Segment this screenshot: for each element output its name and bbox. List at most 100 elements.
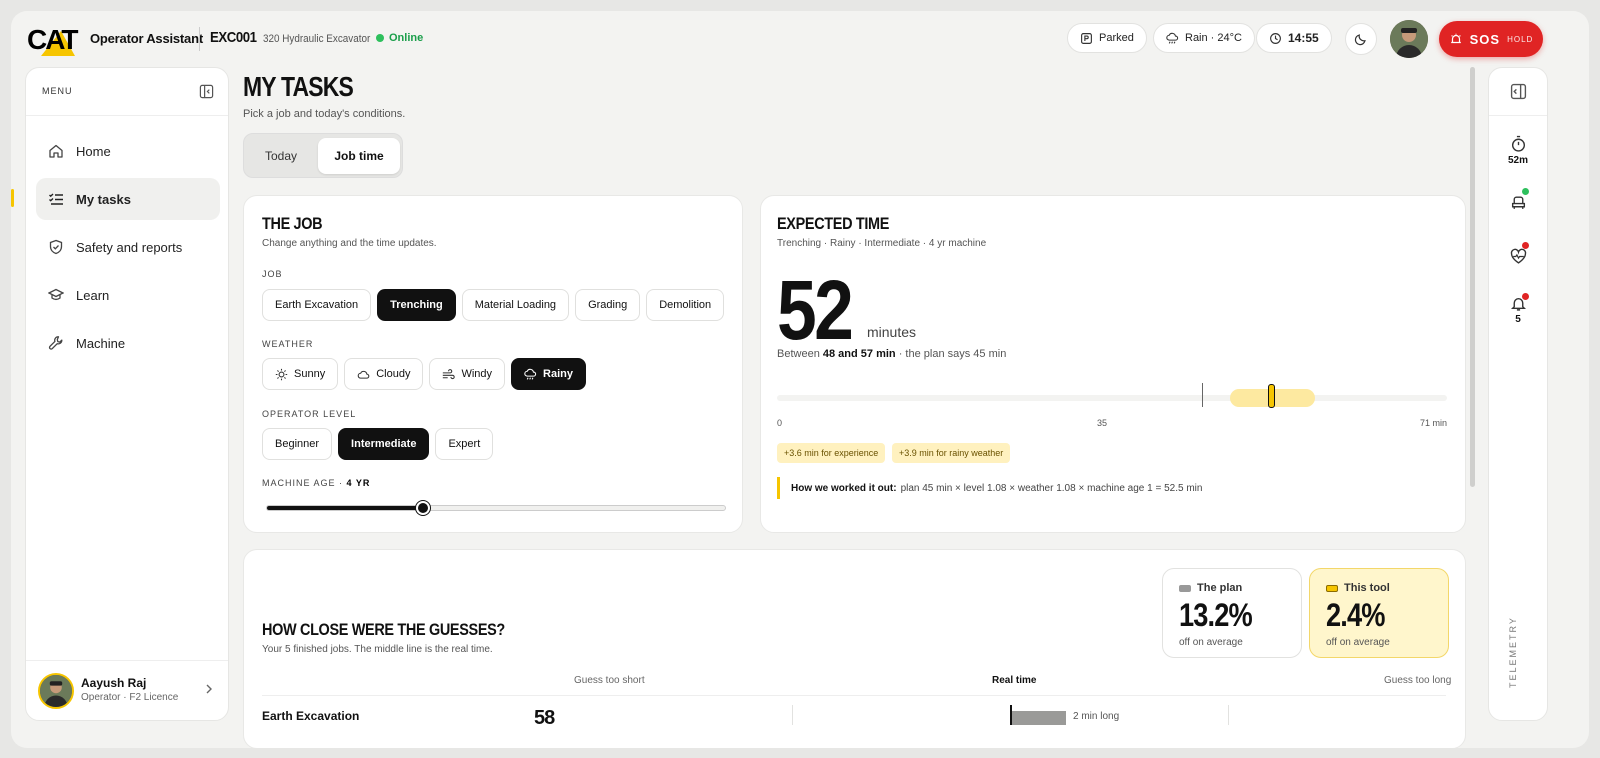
weather-pill[interactable]: Rain · 24°C bbox=[1153, 23, 1255, 53]
weather-option-cloudy[interactable]: Cloudy bbox=[344, 358, 424, 390]
tab-job-time[interactable]: Job time bbox=[318, 138, 400, 174]
timer-value: 52m bbox=[1507, 155, 1528, 166]
job-option-earth-excavation[interactable]: Earth Excavation bbox=[262, 289, 372, 321]
plan-value: 13.2% bbox=[1179, 597, 1253, 633]
grid-line bbox=[1228, 705, 1229, 725]
parked-pill[interactable]: Parked bbox=[1067, 23, 1147, 53]
shield-icon bbox=[49, 239, 63, 255]
job-card-title: THE JOB bbox=[262, 214, 323, 233]
user-role: Operator · F2 Licence bbox=[81, 692, 179, 703]
user-avatar bbox=[38, 673, 74, 709]
job-card: THE JOB Change anything and the time upd… bbox=[243, 195, 743, 533]
job-option-demolition[interactable]: Demolition bbox=[646, 289, 725, 321]
job-option-material-loading[interactable]: Material Loading bbox=[461, 289, 570, 321]
online-dot-icon bbox=[376, 34, 384, 42]
weather-option-rainy[interactable]: Rainy bbox=[511, 358, 586, 390]
machine-age-slider[interactable] bbox=[266, 501, 726, 515]
sidebar-item-home[interactable]: Home bbox=[36, 130, 220, 172]
job-card-subtitle: Change anything and the time updates. bbox=[262, 238, 437, 249]
scale-tick-max: 71 min bbox=[1420, 418, 1448, 428]
guesses-subtitle: Your 5 finished jobs. The middle line is… bbox=[262, 644, 493, 655]
heart-rate-icon[interactable] bbox=[1510, 248, 1527, 265]
guesses-card: HOW CLOSE WERE THE GUESSES? Your 5 finis… bbox=[243, 549, 1466, 748]
machine-model: 320 Hydraulic Excavator bbox=[263, 33, 371, 45]
level-option-expert[interactable]: Expert bbox=[435, 428, 494, 460]
moon-icon bbox=[1354, 34, 1366, 46]
plan-swatch bbox=[1179, 585, 1191, 592]
level-options: Beginner Intermediate Expert bbox=[262, 428, 494, 460]
rail-divider bbox=[1489, 115, 1547, 116]
sidebar-item-machine[interactable]: Machine bbox=[36, 322, 220, 364]
main-scrollbar[interactable] bbox=[1470, 67, 1475, 487]
health-alert-dot bbox=[1522, 242, 1529, 249]
alarm-icon bbox=[1450, 33, 1461, 44]
wind-icon bbox=[443, 368, 456, 379]
level-option-intermediate[interactable]: Intermediate bbox=[338, 428, 430, 460]
sun-icon bbox=[275, 368, 288, 380]
machine-age-label: MACHINE AGE · 4 YR bbox=[262, 478, 371, 488]
parking-icon bbox=[1081, 32, 1092, 44]
weather-options: Sunny Cloudy Windy Rainy bbox=[262, 358, 586, 390]
job-option-grading[interactable]: Grading bbox=[575, 289, 641, 321]
clock-pill: 14:55 bbox=[1256, 23, 1332, 53]
stopwatch-icon[interactable] bbox=[1510, 135, 1527, 152]
level-option-beginner[interactable]: Beginner bbox=[262, 428, 333, 460]
tool-accuracy-box: This tool 2.4% off on average bbox=[1309, 568, 1449, 658]
clock-icon bbox=[1270, 32, 1281, 44]
graduation-cap-icon bbox=[48, 288, 64, 300]
rain-cloud-icon bbox=[1166, 32, 1179, 44]
home-icon bbox=[49, 144, 63, 158]
active-indicator bbox=[11, 189, 14, 207]
weather-option-sunny[interactable]: Sunny bbox=[262, 358, 339, 390]
column-real-time: Real time bbox=[992, 675, 1037, 686]
sidebar-divider bbox=[26, 115, 228, 116]
job-options: Earth Excavation Trenching Material Load… bbox=[262, 289, 725, 321]
row-diff: 2 min long bbox=[1073, 711, 1120, 722]
job-label: JOB bbox=[262, 269, 283, 279]
tool-foot: off on average bbox=[1326, 637, 1390, 648]
menu-label: MENU bbox=[42, 86, 73, 96]
plan-marker bbox=[1201, 383, 1203, 407]
job-option-trenching[interactable]: Trenching bbox=[377, 289, 456, 321]
user-name: Aayush Raj bbox=[81, 676, 147, 690]
header-divider bbox=[199, 27, 200, 51]
telemetry-rail: 52m 5 TELEMETRY bbox=[1488, 67, 1548, 721]
header-divider-line bbox=[262, 695, 1446, 696]
sidebar-item-safety[interactable]: Safety and reports bbox=[36, 226, 220, 268]
expand-panel-icon[interactable] bbox=[1510, 83, 1527, 100]
machine-id: EXC001 bbox=[210, 29, 257, 46]
rain-cloud-icon bbox=[524, 368, 537, 380]
expected-time-card: EXPECTED TIME Trenching · Rainy · Interm… bbox=[760, 195, 1466, 533]
time-scale-track bbox=[777, 383, 1447, 408]
telemetry-label: TELEMETRY bbox=[1508, 616, 1518, 688]
machine-age-knob[interactable] bbox=[416, 501, 431, 515]
calculation-note: How we worked it out: plan 45 min × level… bbox=[777, 477, 1202, 499]
tab-today[interactable]: Today bbox=[248, 138, 314, 174]
column-too-long: Guess too long bbox=[1384, 675, 1452, 686]
sidebar-item-my-tasks[interactable]: My tasks bbox=[36, 178, 220, 220]
alert-count: 5 bbox=[1515, 314, 1521, 325]
dark-mode-toggle[interactable] bbox=[1345, 23, 1377, 55]
checklist-icon bbox=[49, 193, 63, 205]
top-bar: CAT Operator Assistant EXC001 320 Hydrau… bbox=[11, 11, 1589, 67]
adjustment-tag-experience: +3.6 min for experience bbox=[777, 443, 886, 463]
row-real-time: 58 bbox=[534, 707, 555, 729]
plan-foot: off on average bbox=[1179, 637, 1243, 648]
expected-subtitle: Trenching · Rainy · Intermediate · 4 yr … bbox=[777, 238, 987, 249]
expected-minutes-value: 52 bbox=[777, 263, 854, 357]
header-avatar[interactable] bbox=[1390, 20, 1428, 58]
weather-label: WEATHER bbox=[262, 339, 314, 349]
weather-option-windy[interactable]: Windy bbox=[429, 358, 506, 390]
sos-button[interactable]: SOS HOLD bbox=[1439, 21, 1543, 57]
seat-status-dot bbox=[1522, 188, 1529, 195]
tool-value: 2.4% bbox=[1326, 597, 1385, 633]
wrench-icon bbox=[48, 336, 63, 350]
app-window: CAT Operator Assistant EXC001 320 Hydrau… bbox=[11, 11, 1589, 748]
estimate-marker bbox=[1268, 384, 1276, 408]
notification-dot bbox=[1522, 293, 1529, 300]
sidebar-item-learn[interactable]: Learn bbox=[36, 274, 220, 316]
user-profile[interactable]: Aayush Raj Operator · F2 Licence bbox=[26, 660, 228, 720]
collapse-sidebar-icon[interactable] bbox=[199, 84, 214, 99]
seat-icon[interactable] bbox=[1510, 194, 1527, 211]
tool-label: This tool bbox=[1344, 582, 1390, 594]
